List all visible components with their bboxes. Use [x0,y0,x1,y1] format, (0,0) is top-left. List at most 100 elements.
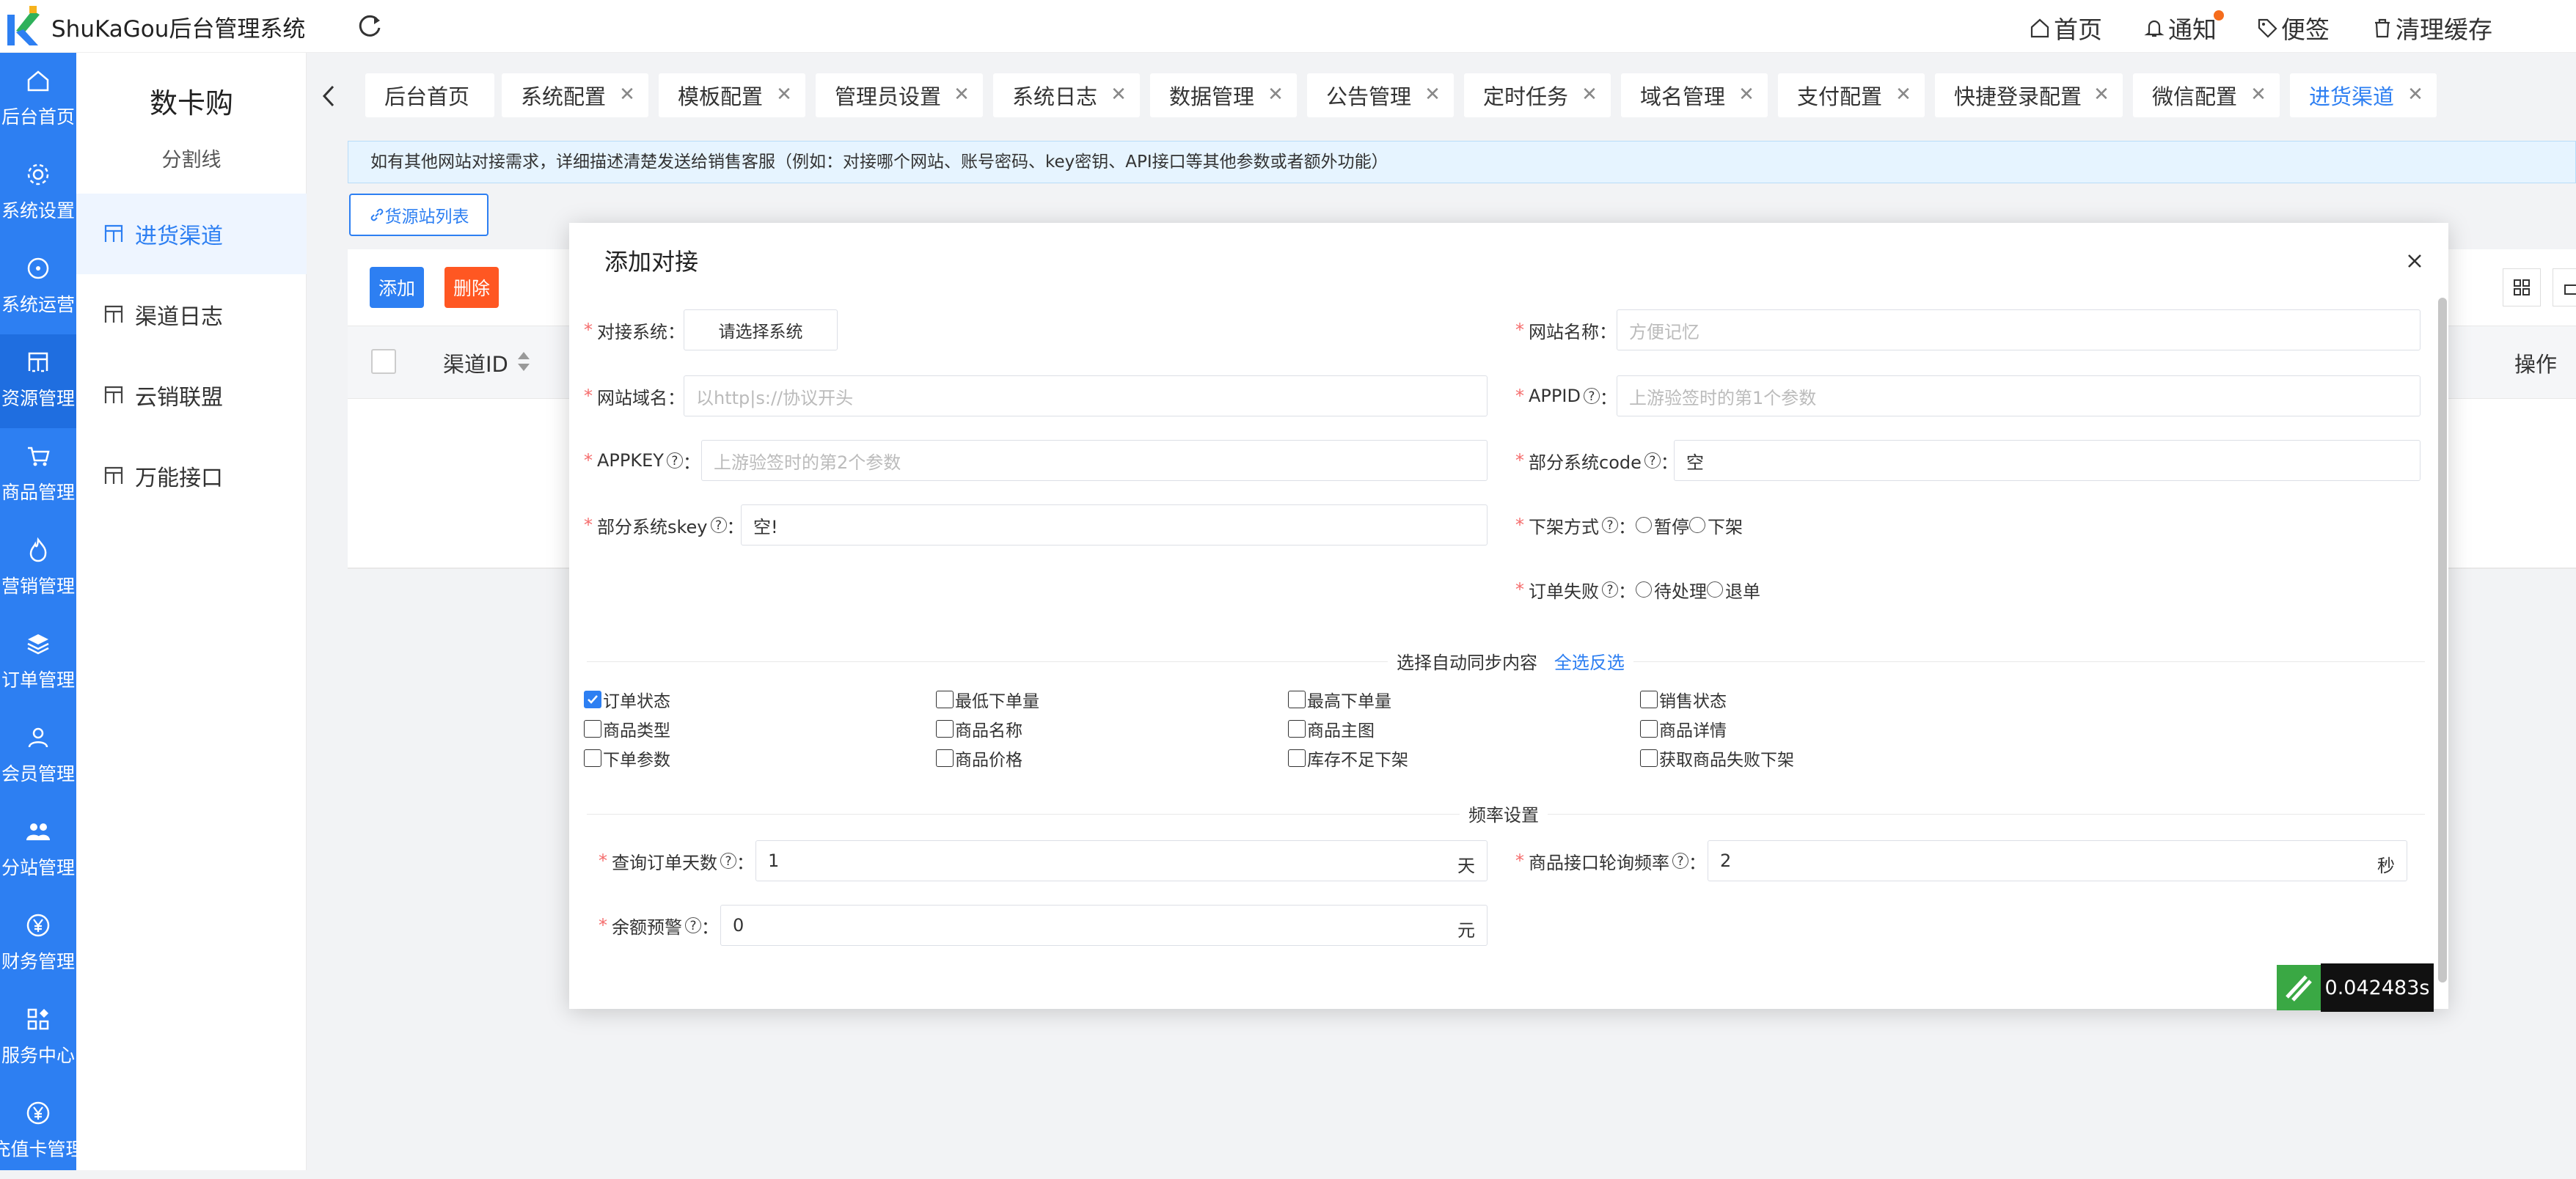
sidebar-item-members[interactable]: 会员管理 [0,710,76,804]
delete-button[interactable]: 删除 [444,267,499,308]
top-clear-cache-link[interactable]: 清理缓存 [2372,10,2492,45]
sidebar-item-finance[interactable]: 财务管理 [0,897,76,991]
sync-option-product-detail[interactable]: 商品详情 [1640,716,1727,742]
debug-logo-icon[interactable] [2277,965,2321,1010]
sync-option-product-type[interactable]: 商品类型 [584,716,670,742]
offshelf-pause-radio[interactable] [1636,517,1652,533]
add-button[interactable]: 添加 [370,267,424,308]
close-icon[interactable]: ✕ [2247,84,2269,106]
tab-payment-config[interactable]: 支付配置 ✕ [1778,73,1925,117]
top-note-link[interactable]: 便签 [2256,10,2330,45]
tab-data-management[interactable]: 数据管理 ✕ [1150,73,1297,117]
sync-option-out-of-stock[interactable]: 库存不足下架 [1288,745,1408,771]
close-icon[interactable]: ✕ [1108,84,1130,106]
tab-purchase-channel[interactable]: 进货渠道 ✕ [2290,73,2437,117]
cart-icon [28,447,50,466]
chevron-left-icon[interactable] [314,78,343,114]
sync-option-sale-status[interactable]: 销售状态 [1640,686,1727,713]
tag-icon [2258,18,2277,38]
sidebar-item-home[interactable]: 后台首页 [0,53,76,147]
select-system-button[interactable]: 请选择系统 [684,309,838,350]
tab-scheduled-tasks[interactable]: 定时任务 ✕ [1464,73,1611,117]
columns-icon[interactable] [2503,268,2541,306]
source-list-label: 货源站列表 [384,207,469,227]
tab-system-log[interactable]: 系统日志 ✕ [993,73,1140,117]
balance-alert-input[interactable]: 0元 [720,905,1488,946]
sync-option-order-params[interactable]: 下单参数 [584,745,670,771]
fail-refund-radio[interactable] [1707,581,1723,598]
select-all-toggle-link[interactable]: 全选反选 [1554,653,1625,673]
close-icon[interactable] [2398,245,2431,277]
code-label: * 部分系统code?： [1515,450,1678,473]
close-icon[interactable]: ✕ [2090,84,2112,106]
sub-item-purchase-channel[interactable]: 进货渠道 [76,194,307,274]
close-icon[interactable]: ✕ [1578,84,1600,106]
sidebar-item-orders[interactable]: 订单管理 [0,616,76,710]
sync-section-title: 选择自动同步内容 全选反选 [1388,648,1633,674]
sidebar-item-recharge-card[interactable]: 充值卡管理 [0,1085,84,1179]
help-icon: ? [720,853,736,869]
select-all-checkbox[interactable] [371,349,396,374]
sub-sidebar-title: 数卡购 [149,87,233,120]
tab-system-config[interactable]: 系统配置 ✕ [502,73,648,117]
close-icon[interactable]: ✕ [2404,84,2426,106]
close-icon[interactable]: ✕ [773,84,795,106]
site-name-input[interactable]: 方便记忆 [1617,309,2421,350]
tab-announcements[interactable]: 公告管理 ✕ [1307,73,1454,117]
dialog-title: 添加对接 [604,248,699,276]
tab-wechat-config[interactable]: 微信配置 ✕ [2133,73,2280,117]
skey-input[interactable]: 空! [741,504,1488,546]
close-icon[interactable]: ✕ [1265,84,1287,106]
close-icon[interactable]: ✕ [616,84,638,106]
column-header-actions: 操作 [2514,352,2558,377]
top-notify-label: 通知 [2168,15,2217,44]
sidebar-item-resources[interactable]: 资源管理 [0,334,76,428]
tab-dashboard[interactable]: 后台首页 [365,73,494,117]
tab-admin-settings[interactable]: 管理员设置 ✕ [816,73,983,117]
top-notify-link[interactable]: 通知 [2143,10,2217,45]
sidebar-item-marketing[interactable]: 营销管理 [0,522,76,616]
offshelf-remove-radio[interactable] [1689,517,1705,533]
tab-label: 微信配置 [2152,84,2238,109]
close-icon[interactable]: ✕ [1421,84,1443,106]
sub-item-channel-log[interactable]: 渠道日志 [76,274,307,355]
target-icon [27,257,49,279]
print-icon[interactable] [2553,268,2576,306]
close-icon[interactable]: ✕ [1892,84,1914,106]
appkey-input[interactable]: 上游验签时的第2个参数 [701,440,1488,481]
sidebar-item-settings[interactable]: 系统设置 [0,147,76,240]
help-icon: ? [666,452,683,469]
sub-item-cloud-alliance[interactable]: 云销联盟 [76,355,307,436]
fail-pending-radio[interactable] [1636,581,1652,598]
close-icon[interactable]: ✕ [1735,84,1757,106]
scrollbar[interactable] [2438,298,2447,982]
sidebar-item-products[interactable]: 商品管理 [0,428,76,522]
query-days-input[interactable]: 1天 [755,840,1488,881]
link-icon [370,208,383,221]
top-home-link[interactable]: 首页 [2029,10,2102,45]
sort-icon[interactable] [516,349,531,374]
sync-option-product-image[interactable]: 商品主图 [1288,716,1375,742]
sync-option-max-order[interactable]: 最高下单量 [1288,686,1391,713]
sync-option-product-price[interactable]: 商品价格 [936,745,1022,771]
tab-domain-management[interactable]: 域名管理 ✕ [1621,73,1768,117]
sync-option-fetch-fail[interactable]: 获取商品失败下架 [1640,745,1794,771]
source-list-button[interactable]: 货源站列表 [349,194,489,236]
close-icon[interactable]: ✕ [951,84,973,106]
code-input[interactable]: 空 [1674,440,2421,481]
sidebar-item-operations[interactable]: 系统运营 [0,240,76,334]
sync-option-product-name[interactable]: 商品名称 [936,716,1022,742]
tab-template-config[interactable]: 模板配置 ✕ [659,73,805,117]
unit-label: 天 [1457,856,1475,876]
poll-frequency-input[interactable]: 2秒 [1708,840,2407,881]
sidebar-item-service[interactable]: 服务中心 [0,991,76,1085]
tab-quick-login-config[interactable]: 快捷登录配置 ✕ [1935,73,2123,117]
appid-input[interactable]: 上游验签时的第1个参数 [1617,375,2421,416]
sidebar-item-substations[interactable]: 分站管理 [0,804,76,897]
sub-item-universal-api[interactable]: 万能接口 [76,436,307,516]
domain-input[interactable]: 以http|s://协议开头 [684,375,1488,416]
sync-option-order-status[interactable]: 订单状态 [584,686,670,713]
sync-option-min-order[interactable]: 最低下单量 [936,686,1039,713]
refresh-icon[interactable] [355,12,384,41]
offshelf-label: * 下架方式?： 暂停 下架 [1515,515,1743,537]
